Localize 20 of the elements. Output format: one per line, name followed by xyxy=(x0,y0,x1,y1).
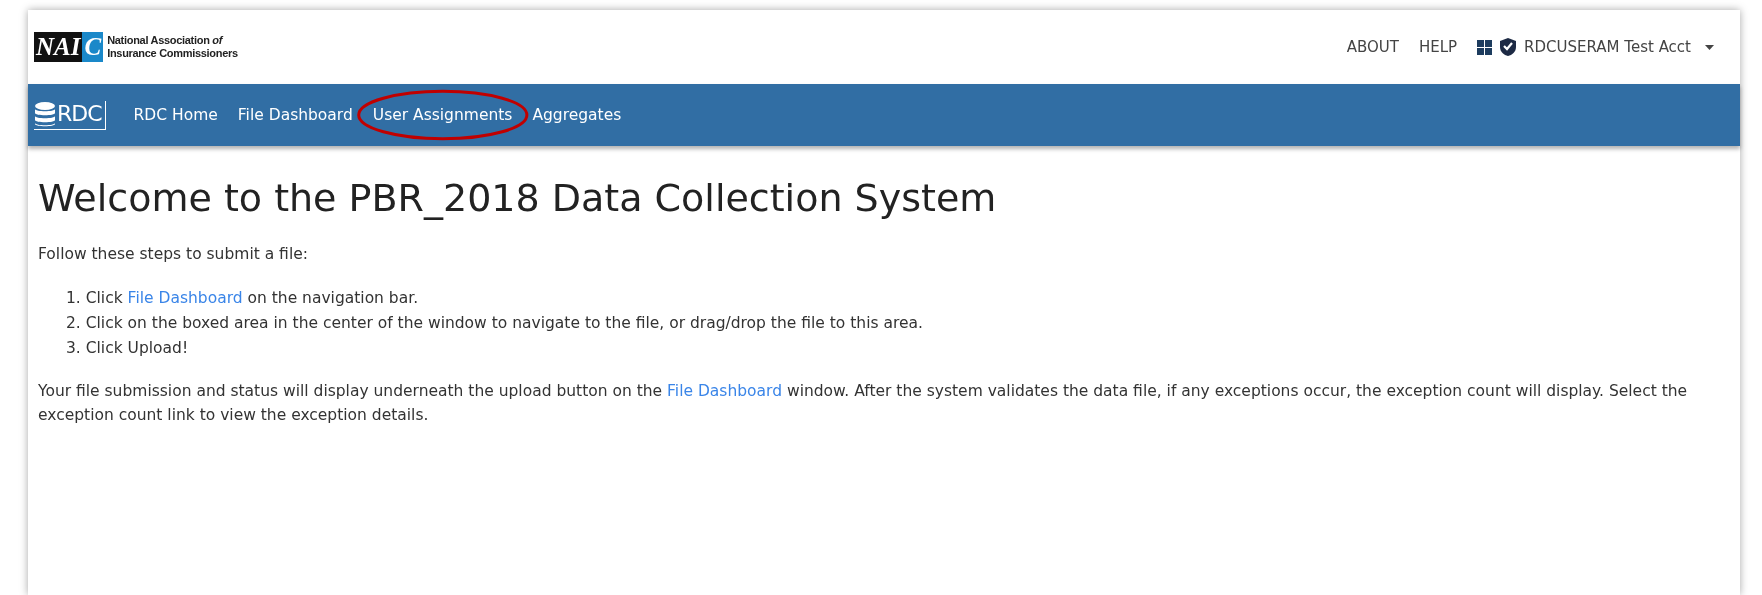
naic-logo: NAI C xyxy=(34,32,104,62)
shield-check-icon xyxy=(1500,38,1517,56)
rdc-logo[interactable]: RDC xyxy=(34,100,106,130)
nav-link[interactable]: RDC Home xyxy=(133,106,218,124)
header-link[interactable]: HELP xyxy=(1418,38,1458,56)
header-link[interactable]: ABOUT xyxy=(1346,38,1399,56)
step-text: 2. Click on the boxed area in the center of the window to navigate to the file, or drag/drop the file to this area. xyxy=(66,313,924,334)
file-dashboard-link[interactable]: File Dashboard xyxy=(127,289,243,307)
grid-icon[interactable] xyxy=(1477,39,1493,55)
intro-text: Follow these steps to submit a file: xyxy=(38,244,309,265)
file-dashboard-link[interactable]: File Dashboard xyxy=(667,382,783,400)
step-text: 1. Click File Dashboard on the navigation bar. xyxy=(66,288,420,309)
page-title: Welcome to the PBR_2018 Data Collection System xyxy=(38,176,998,220)
nav-link[interactable]: File Dashboard xyxy=(237,106,353,124)
step-text: 3. Click Upload! xyxy=(66,338,190,359)
nav-link[interactable]: Aggregates xyxy=(532,106,622,124)
caret-icon[interactable] xyxy=(1705,44,1714,50)
user-menu[interactable]: RDCUSERAM Test Acct xyxy=(1524,38,1691,56)
organization-name: National Association of Insurance Commissioners xyxy=(107,34,238,60)
note-text: Your file submission and status will display underneath the upload button on the File Dashboard window. After the system validates the data file, if any exceptions occur, the exception count will display. Select the exception count link to view the exception details. xyxy=(38,381,1689,426)
